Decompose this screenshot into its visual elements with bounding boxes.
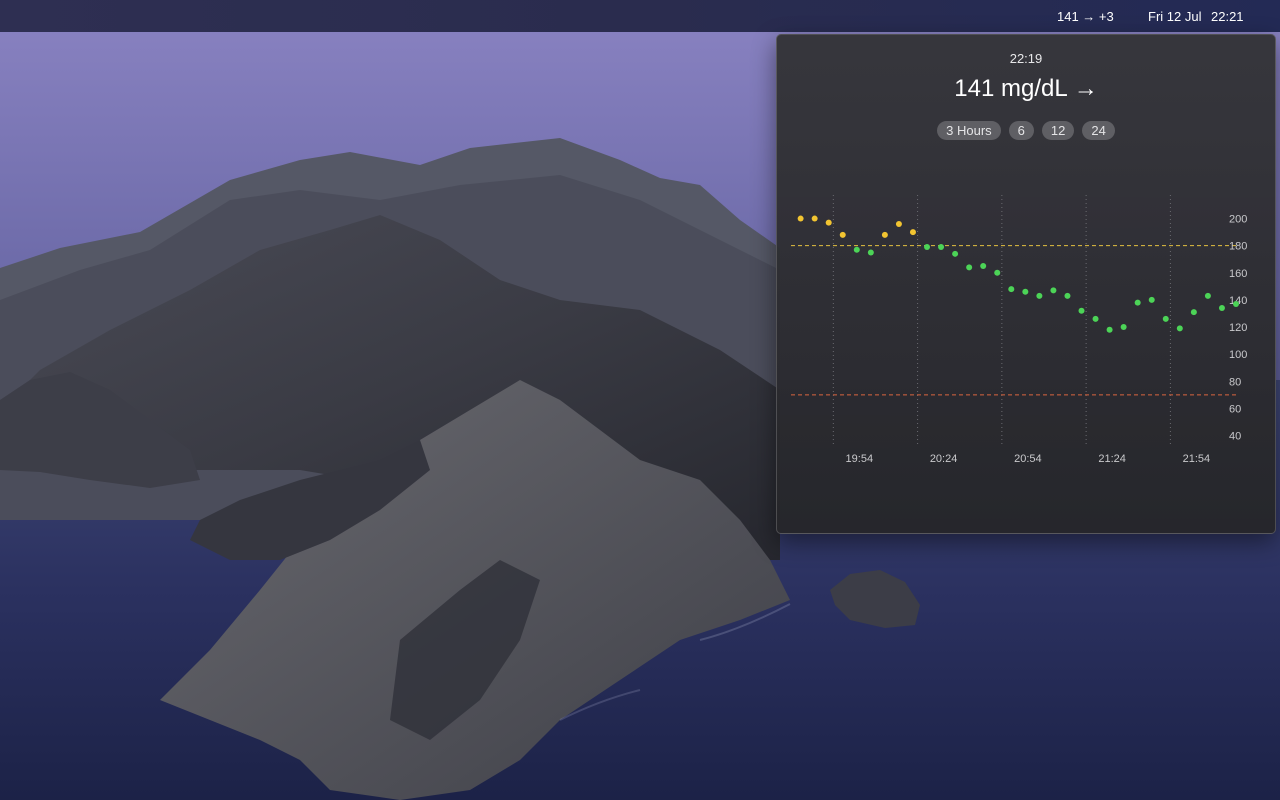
glucose-popover: 22:19 141 mg/dL → 3 Hours 6 12 24 200 180 1…	[776, 34, 1276, 534]
y-tick-label: 80	[1229, 376, 1241, 388]
glucose-point	[867, 249, 874, 256]
glucose-point	[1204, 292, 1211, 299]
menu-bar: 141 → +3 Fri 12 Jul 22:21	[0, 0, 1280, 32]
glucose-point	[909, 229, 916, 236]
glucose-menubar-status[interactable]: 141 → +3	[1057, 9, 1114, 25]
glucose-point	[1148, 296, 1155, 303]
glucose-point	[1064, 292, 1071, 299]
x-tick-label: 19:54	[846, 453, 874, 465]
y-tick-label: 40	[1229, 431, 1241, 443]
glucose-point	[1050, 287, 1057, 294]
menubar-date[interactable]: Fri 12 Jul	[1148, 9, 1201, 25]
glucose-chart: 200180160140120100806040 19:54 20:24 20:54…	[791, 195, 1247, 465]
x-tick-label: 21:24	[1098, 453, 1126, 465]
current-reading: 141 mg/dL →	[777, 75, 1275, 103]
x-tick-label: 20:54	[1014, 453, 1042, 465]
glucose-point	[1120, 324, 1127, 331]
glucose-point	[853, 246, 860, 253]
glucose-point	[1022, 288, 1029, 295]
glucose-point	[924, 244, 931, 251]
x-tick-label: 21:54	[1183, 453, 1211, 465]
glucose-point	[1106, 326, 1113, 333]
chart-thresholds	[791, 245, 1236, 396]
glucose-point	[1190, 309, 1197, 316]
glucose-point	[881, 231, 888, 238]
y-tick-label: 200	[1229, 214, 1247, 226]
glucose-point	[1218, 305, 1225, 312]
glucose-point	[797, 215, 804, 222]
x-tick-label: 20:24	[930, 453, 958, 465]
glucose-point	[966, 264, 973, 271]
glucose-point	[994, 269, 1001, 276]
chart-x-axis: 19:54 20:24 20:54 21:24 21:54	[846, 453, 1211, 465]
glucose-point	[1078, 307, 1085, 314]
y-tick-label: 100	[1229, 349, 1247, 361]
time-range-selector: 3 Hours 6 12 24	[777, 121, 1275, 140]
glucose-point	[839, 231, 846, 238]
range-button-24[interactable]: 24	[1082, 121, 1115, 140]
glucose-point	[1233, 300, 1239, 307]
y-tick-label: 120	[1229, 322, 1247, 334]
glucose-point	[1008, 286, 1015, 293]
glucose-point	[1092, 315, 1099, 322]
range-button-6[interactable]: 6	[1008, 121, 1034, 140]
y-tick-label: 60	[1229, 403, 1241, 415]
chart-y-axis: 200180160140120100806040	[1229, 214, 1247, 443]
range-button-3-hours[interactable]: 3 Hours	[937, 121, 1001, 140]
glucose-point	[1162, 315, 1169, 322]
glucose-point	[1134, 299, 1141, 306]
y-tick-label: 180	[1229, 241, 1247, 253]
glucose-point	[938, 244, 945, 251]
range-button-12[interactable]: 12	[1041, 121, 1075, 140]
glucose-point	[1036, 292, 1043, 299]
reading-timestamp: 22:19	[1009, 51, 1043, 66]
reading-value: 141 mg/dL	[954, 75, 1068, 102]
glucose-point	[895, 220, 902, 227]
trend-arrow-icon: →	[1073, 75, 1098, 102]
y-tick-label: 160	[1229, 268, 1247, 280]
glucose-point	[1176, 325, 1183, 332]
menubar-time[interactable]: 22:21	[1211, 9, 1244, 25]
glucose-point	[811, 215, 818, 222]
chart-points	[797, 215, 1239, 333]
glucose-point	[980, 263, 987, 270]
glucose-point	[825, 219, 832, 226]
glucose-point	[952, 250, 959, 257]
